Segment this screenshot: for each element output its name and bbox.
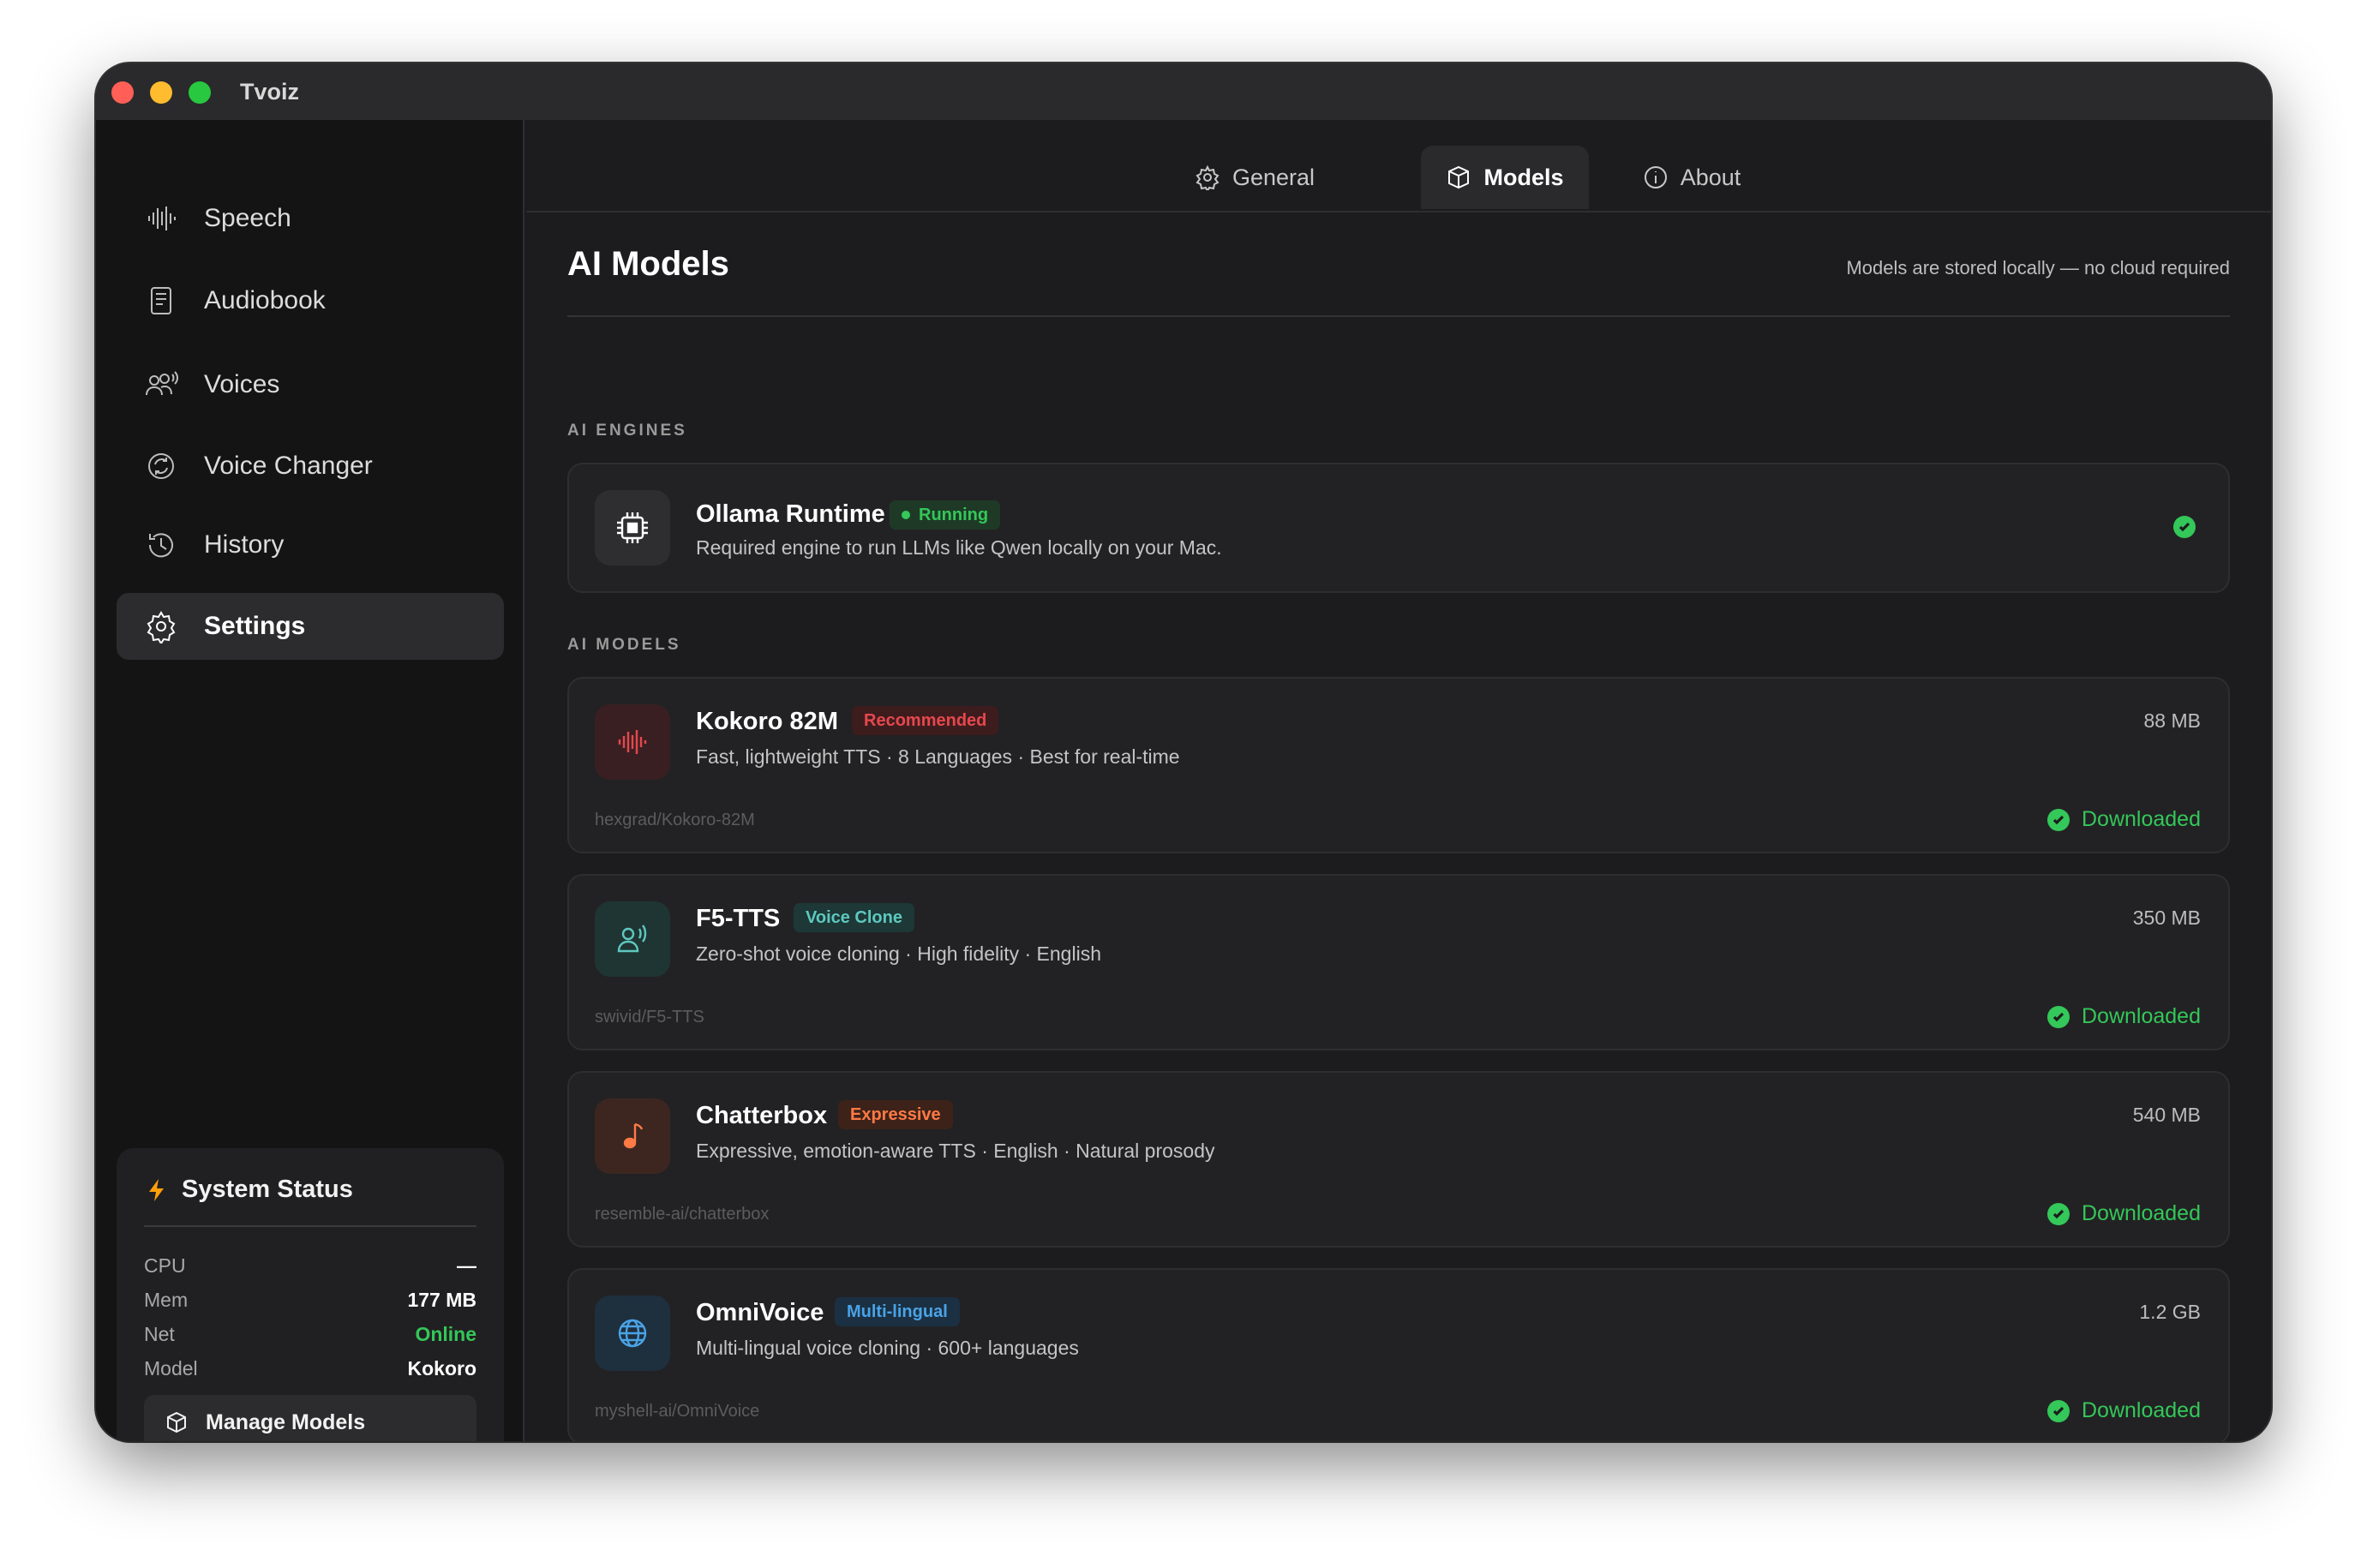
system-status-header: System Status xyxy=(144,1176,353,1204)
engine-description: Required engine to run LLMs like Qwen lo… xyxy=(696,536,1222,559)
sidebar-item-settings[interactable]: Settings xyxy=(117,593,504,660)
app-window: Tvoiz Speech Audiobook Voices Voice Chan… xyxy=(96,63,2271,1441)
engine-ready-indicator xyxy=(2173,516,2196,538)
model-size: 1.2 GB xyxy=(2139,1301,2201,1323)
status-row-cpu: CPU — xyxy=(144,1254,476,1277)
model-description: Fast, lightweight TTS · 8 Languages · Be… xyxy=(696,745,1180,768)
voices-icon xyxy=(142,366,180,404)
music-note-icon xyxy=(595,1098,670,1174)
storage-note: Models are stored locally — no cloud req… xyxy=(1846,257,2230,278)
model-description: Zero-shot voice cloning · High fidelity … xyxy=(696,943,1101,965)
model-size: 88 MB xyxy=(2143,709,2201,732)
voice-clone-icon xyxy=(595,901,670,977)
info-icon xyxy=(1644,166,1667,189)
check-icon xyxy=(2047,1005,2070,1028)
check-icon xyxy=(2047,1399,2070,1422)
voice-changer-icon xyxy=(142,447,180,485)
status-dot xyxy=(902,511,910,519)
model-badge: Expressive xyxy=(838,1100,953,1129)
model-name: Kokoro 82M xyxy=(696,708,838,735)
downloaded-status: Downloaded xyxy=(2047,807,2201,832)
chip-icon xyxy=(595,490,670,566)
status-row-mem: Mem 177 MB xyxy=(144,1288,476,1311)
settings-tabs: General Models About xyxy=(526,120,2271,212)
engine-card-ollama: Ollama Runtime Running Required engine t… xyxy=(567,463,2230,593)
downloaded-status: Downloaded xyxy=(2047,1004,2201,1029)
model-badge: Voice Clone xyxy=(794,903,914,932)
window-title: Tvoiz xyxy=(240,79,300,105)
check-icon xyxy=(2047,808,2070,831)
model-name: F5-TTS xyxy=(696,905,781,932)
book-icon xyxy=(142,282,180,320)
model-description: Multi-lingual voice cloning · 600+ langu… xyxy=(696,1337,1079,1359)
tab-about[interactable]: About xyxy=(1606,146,1777,209)
section-label-ai-models: AI MODELS xyxy=(567,636,681,654)
sidebar-item-label: Settings xyxy=(204,612,306,640)
sidebar-item-voices[interactable]: Voices xyxy=(117,351,504,418)
status-row-net: Net Online xyxy=(144,1322,476,1345)
divider xyxy=(567,315,2230,317)
manage-models-button[interactable]: Manage Models xyxy=(144,1395,476,1441)
sidebar-item-label: History xyxy=(204,530,285,559)
model-name: OmniVoice xyxy=(696,1299,824,1326)
main-content: General Models About AI Models Models ar… xyxy=(526,120,2271,1441)
system-status-panel: System Status CPU — Mem 177 MB Net Onlin… xyxy=(117,1148,504,1441)
close-window-button[interactable] xyxy=(111,81,134,104)
gear-icon xyxy=(142,607,180,645)
sidebar: Speech Audiobook Voices Voice Changer Hi… xyxy=(96,120,524,1441)
sidebar-item-audiobook[interactable]: Audiobook xyxy=(117,267,504,334)
model-size: 350 MB xyxy=(2132,907,2201,929)
sidebar-item-label: Speech xyxy=(204,204,291,232)
sidebar-item-voice-changer[interactable]: Voice Changer xyxy=(117,433,504,500)
model-card-f5-tts[interactable]: F5-TTS Voice Clone Zero-shot voice cloni… xyxy=(567,874,2230,1050)
model-size: 540 MB xyxy=(2132,1104,2201,1126)
tab-general[interactable]: General xyxy=(1159,146,1351,209)
model-name: Chatterbox xyxy=(696,1102,828,1129)
status-badge: Running xyxy=(890,500,1001,530)
sidebar-item-label: Voices xyxy=(204,370,280,398)
model-repo: swivid/F5-TTS xyxy=(595,1008,704,1026)
model-badge: Recommended xyxy=(852,706,999,735)
gear-icon xyxy=(1195,165,1219,190)
downloaded-status: Downloaded xyxy=(2047,1201,2201,1226)
title-bar: Tvoiz xyxy=(96,63,2271,120)
model-badge: Multi-lingual xyxy=(835,1297,960,1326)
system-status-title: System Status xyxy=(182,1176,353,1203)
cube-icon xyxy=(167,1411,186,1433)
check-icon xyxy=(2047,1202,2070,1225)
status-row-model: Model Kokoro xyxy=(144,1356,476,1379)
section-label-ai-engines: AI ENGINES xyxy=(567,422,687,440)
model-description: Expressive, emotion-aware TTS · English … xyxy=(696,1140,1215,1162)
waveform-icon xyxy=(595,704,670,780)
model-card-omnivoice[interactable]: OmniVoice Multi-lingual Multi-lingual vo… xyxy=(567,1268,2230,1441)
model-repo: resemble-ai/chatterbox xyxy=(595,1205,770,1224)
divider xyxy=(144,1225,476,1227)
downloaded-status: Downloaded xyxy=(2047,1398,2201,1423)
cube-icon xyxy=(1448,165,1470,189)
model-card-chatterbox[interactable]: Chatterbox Expressive Expressive, emotio… xyxy=(567,1071,2230,1248)
sidebar-item-speech[interactable]: Speech xyxy=(117,185,504,252)
lightning-icon xyxy=(149,1178,164,1201)
tab-models[interactable]: Models xyxy=(1421,146,1589,209)
sidebar-item-label: Voice Changer xyxy=(204,452,373,480)
model-repo: hexgrad/Kokoro-82M xyxy=(595,811,755,829)
minimize-window-button[interactable] xyxy=(150,81,172,104)
model-repo: myshell-ai/OmniVoice xyxy=(595,1402,760,1421)
history-icon xyxy=(142,526,180,564)
engine-name: Ollama Runtime xyxy=(696,500,885,528)
page-title: AI Models xyxy=(567,245,729,283)
sidebar-item-history[interactable]: History xyxy=(117,512,504,578)
globe-icon xyxy=(595,1296,670,1371)
model-card-kokoro[interactable]: Kokoro 82M Recommended Fast, lightweight… xyxy=(567,677,2230,853)
sidebar-item-label: Audiobook xyxy=(204,286,326,314)
check-icon xyxy=(2173,516,2196,538)
waveform-icon xyxy=(142,200,180,237)
maximize-window-button[interactable] xyxy=(189,81,211,104)
